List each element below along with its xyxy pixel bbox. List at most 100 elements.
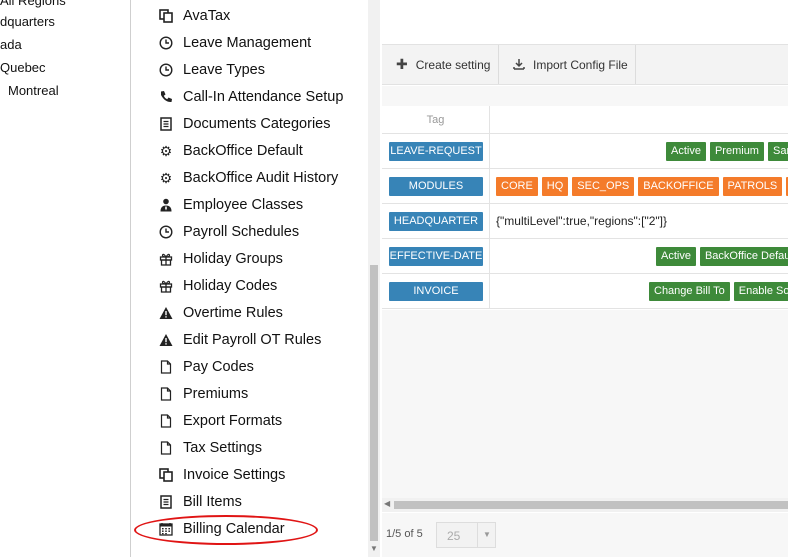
menu-item-edit-payroll-ot-rules[interactable]: Edit Payroll OT Rules — [158, 328, 321, 352]
tag-cell: INVOICE — [382, 274, 490, 308]
menu-item-label: Invoice Settings — [183, 467, 286, 483]
tag-badge[interactable]: EFFECTIVE-DATE — [389, 247, 483, 266]
tag-cell: HEADQUARTER — [382, 204, 490, 238]
chip-list: Change Bill ToEnable Sort — [649, 282, 788, 301]
value-cell: ActivePremiumSan — [490, 134, 788, 168]
value-cell: Change Bill ToEnable Sort — [490, 274, 788, 308]
gear-icon: ⚙ — [159, 170, 173, 186]
region-tree: All Regions dquarters ada Quebec Montrea… — [0, 0, 131, 557]
settings-grid: Tag LEAVE-REQUESTActivePremiumSanMODULES… — [382, 106, 788, 310]
value-chip: BACKOFFICE — [638, 177, 719, 196]
menu-item-leave-types[interactable]: Leave Types — [158, 58, 265, 82]
import-config-button[interactable]: Import Config File — [499, 45, 636, 84]
menu-item-payroll-schedules[interactable]: Payroll Schedules — [158, 220, 299, 244]
page-size-value: 25 — [447, 529, 461, 543]
value-chip: BackOffice Defau — [699, 247, 788, 266]
menu-item-overtime-rules[interactable]: Overtime Rules — [158, 301, 283, 325]
horizontal-scroll-thumb[interactable] — [394, 501, 788, 509]
chevron-down-icon[interactable]: ▼ — [477, 523, 496, 547]
column-header-value[interactable] — [490, 106, 788, 134]
menu-item-export-formats[interactable]: Export Formats — [158, 409, 282, 433]
table-row[interactable]: EFFECTIVE-DATE Active BackOffice Defau — [382, 239, 788, 274]
file-icon — [158, 386, 174, 402]
tag-badge[interactable]: HEADQUARTER — [389, 212, 483, 231]
menu-item-call-in-attendance-setup[interactable]: Call-In Attendance Setup — [158, 85, 343, 109]
value-cell: Active BackOffice Defau — [490, 239, 788, 273]
tag-badge[interactable]: LEAVE-REQUEST — [389, 142, 483, 161]
gift-icon — [158, 278, 174, 294]
create-setting-label: Create setting — [415, 57, 491, 72]
warning-icon — [158, 305, 174, 321]
horizontal-scrollbar[interactable]: ◀ — [382, 498, 788, 512]
document-list-icon — [158, 494, 174, 510]
menu-item-label: Pay Codes — [183, 359, 254, 375]
file-icon — [158, 413, 174, 429]
menu-item-invoice-settings[interactable]: Invoice Settings — [158, 463, 285, 487]
scroll-down-arrow-icon[interactable]: ▼ — [370, 544, 378, 554]
menu-item-leave-management[interactable]: Leave Management — [158, 31, 311, 55]
menu-item-billing-calendar[interactable]: Billing Calendar — [158, 517, 285, 541]
menu-item-label: Premiums — [183, 386, 249, 402]
clock-icon — [158, 224, 174, 240]
copy-icon — [158, 8, 174, 24]
menu-item-label: Overtime Rules — [183, 305, 283, 321]
file-icon — [158, 359, 174, 375]
menu-item-label: BackOffice Audit History — [183, 170, 339, 186]
menu-item-holiday-codes[interactable]: Holiday Codes — [158, 274, 277, 298]
tag-cell: MODULES — [382, 169, 490, 203]
pager: 1/5 of 5 25 ▼ — [382, 513, 788, 557]
value-chip: Active — [656, 247, 696, 266]
menu-item-documents-categories[interactable]: Documents Categories — [158, 112, 331, 136]
download-icon — [513, 57, 525, 73]
table-row[interactable]: HEADQUARTER {"multiLevel":true,"regions":… — [382, 204, 788, 239]
value-chip: Enable Sort — [733, 282, 788, 301]
menu-item-label: Call-In Attendance Setup — [183, 89, 344, 105]
page-size-select[interactable]: 25 ▼ — [436, 522, 496, 548]
clock-icon — [158, 35, 174, 51]
tree-item-headquarters[interactable]: dquarters — [0, 14, 55, 29]
menu-item-avatax[interactable]: AvaTax — [158, 4, 230, 28]
menu-item-backoffice-default[interactable]: ⚙ BackOffice Default — [158, 139, 303, 163]
menu-item-pay-codes[interactable]: Pay Codes — [158, 355, 254, 379]
page-info: 1/5 of 5 — [386, 528, 423, 540]
json-value-text: {"multiLevel":true,"regions":["2"]} — [496, 214, 667, 228]
table-row[interactable]: INVOICE Change Bill ToEnable Sort — [382, 274, 788, 309]
tag-badge[interactable]: MODULES — [389, 177, 483, 196]
table-row[interactable]: LEAVE-REQUEST ActivePremiumSan — [382, 134, 788, 169]
tree-item-canada[interactable]: ada — [0, 37, 22, 52]
chip-list: Active BackOffice Defau — [656, 247, 788, 266]
settings-panel: ✚ Create setting Import Config File Tag … — [380, 0, 788, 557]
tree-item-quebec[interactable]: Quebec — [0, 60, 46, 75]
menu-item-employee-classes[interactable]: Employee Classes — [158, 193, 303, 217]
menu-item-backoffice-audit-history[interactable]: ⚙ BackOffice Audit History — [158, 166, 339, 190]
value-cell: {"multiLevel":true,"regions":["2"]} — [490, 204, 788, 238]
toolbar: ✚ Create setting Import Config File — [382, 44, 788, 85]
gift-icon — [158, 251, 174, 267]
value-chip: PATROLS — [722, 177, 783, 196]
document-list-icon — [158, 116, 174, 132]
value-chip: San — [767, 142, 788, 161]
gear-icon: ⚙ — [159, 143, 173, 159]
menu-scrollbar[interactable]: ▼ — [368, 0, 380, 557]
menu-item-premiums[interactable]: Premiums — [158, 382, 248, 406]
table-row[interactable]: MODULES COREHQSEC_OPSBACKOFFICEPATROLSDIS… — [382, 169, 788, 204]
chip-list: ActivePremiumSan — [666, 142, 788, 161]
tag-badge[interactable]: INVOICE — [389, 282, 483, 301]
menu-item-label: Holiday Codes — [183, 278, 278, 294]
column-header-tag[interactable]: Tag — [382, 106, 490, 134]
menu-item-bill-items[interactable]: Bill Items — [158, 490, 242, 514]
value-chip: SEC_OPS — [572, 177, 635, 196]
tree-item-montreal[interactable]: Montreal — [8, 83, 59, 98]
menu-item-label: Leave Types — [183, 62, 265, 78]
menu-item-label: Billing Calendar — [183, 521, 285, 537]
calendar-icon — [158, 521, 174, 537]
value-chip: Premium — [709, 142, 764, 161]
user-tie-icon — [158, 197, 174, 213]
menu-item-holiday-groups[interactable]: Holiday Groups — [158, 247, 283, 271]
create-setting-button[interactable]: ✚ Create setting — [382, 45, 499, 84]
menu-item-label: Bill Items — [183, 494, 242, 510]
menu-item-tax-settings[interactable]: Tax Settings — [158, 436, 262, 460]
menu-scroll-thumb[interactable] — [370, 265, 378, 541]
scroll-left-arrow-icon[interactable]: ◀ — [384, 499, 390, 508]
tree-item-all-regions[interactable]: All Regions — [0, 0, 66, 8]
